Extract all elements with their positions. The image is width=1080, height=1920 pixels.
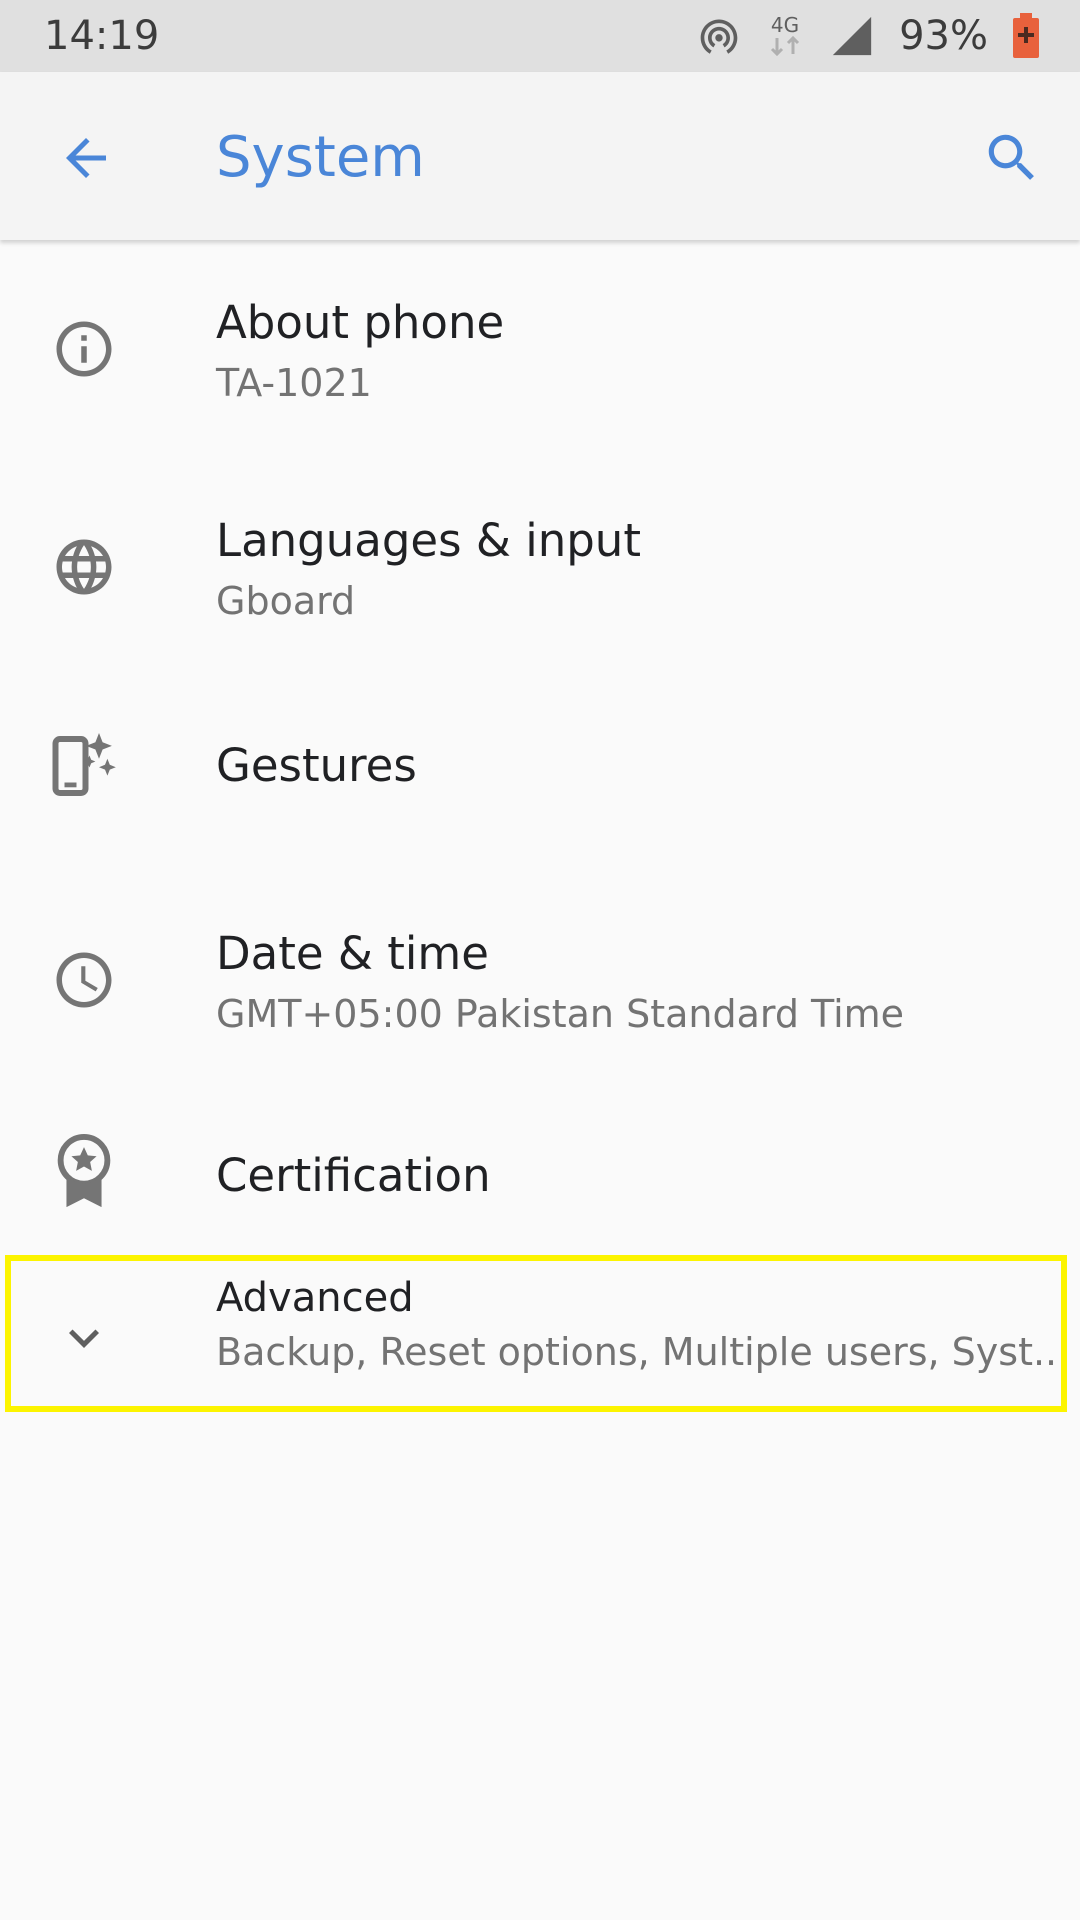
setting-gestures[interactable]: Gestures [0, 676, 1080, 864]
setting-date-time[interactable]: Date & time GMT+05:00 Pakistan Standard … [0, 864, 1080, 1082]
setting-title: Languages & input [216, 514, 641, 567]
app-bar: System [0, 72, 1080, 240]
setting-certification[interactable]: Certification [0, 1082, 1080, 1270]
setting-languages-input[interactable]: Languages & input Gboard [0, 458, 1080, 676]
setting-summary: Backup, Reset options, Multiple users, S… [216, 1330, 1058, 1374]
battery-charging-icon [1013, 13, 1039, 58]
search-icon [988, 134, 1034, 180]
setting-title: Certification [216, 1149, 491, 1202]
page-title: System [216, 125, 425, 190]
arrow-back-icon [66, 138, 106, 178]
certification-badge-icon [48, 1134, 120, 1208]
setting-summary: GMT+05:00 Pakistan Standard Time [216, 992, 905, 1036]
setting-summary: Gboard [216, 579, 356, 623]
setting-title: Date & time [216, 927, 489, 980]
setting-title: Advanced [216, 1275, 414, 1321]
setting-title: About phone [216, 296, 505, 349]
mobile-data-4g-icon: 4G [771, 13, 799, 57]
status-bar: 14:19 4G 93% [0, 0, 1080, 72]
back-button[interactable] [40, 112, 132, 204]
setting-summary: TA-1021 [216, 361, 372, 405]
search-button[interactable] [966, 112, 1058, 204]
setting-advanced[interactable]: Advanced Backup, Reset options, Multiple… [0, 1270, 1080, 1406]
battery-percent: 93% [899, 13, 988, 59]
clock-icon [48, 944, 120, 1016]
network-type-label: 4G [771, 13, 799, 37]
setting-about-phone[interactable]: About phone TA-1021 [0, 240, 1080, 458]
status-time: 14:19 [44, 13, 160, 59]
globe-icon [48, 531, 120, 603]
signal-icon [832, 16, 872, 56]
chevron-down-icon [48, 1302, 120, 1374]
setting-title: Gestures [216, 739, 417, 792]
hotspot-icon [700, 19, 738, 54]
status-icons: 4G 93% [697, 12, 1040, 60]
gestures-phone-icon [48, 730, 120, 802]
info-icon [48, 313, 120, 385]
